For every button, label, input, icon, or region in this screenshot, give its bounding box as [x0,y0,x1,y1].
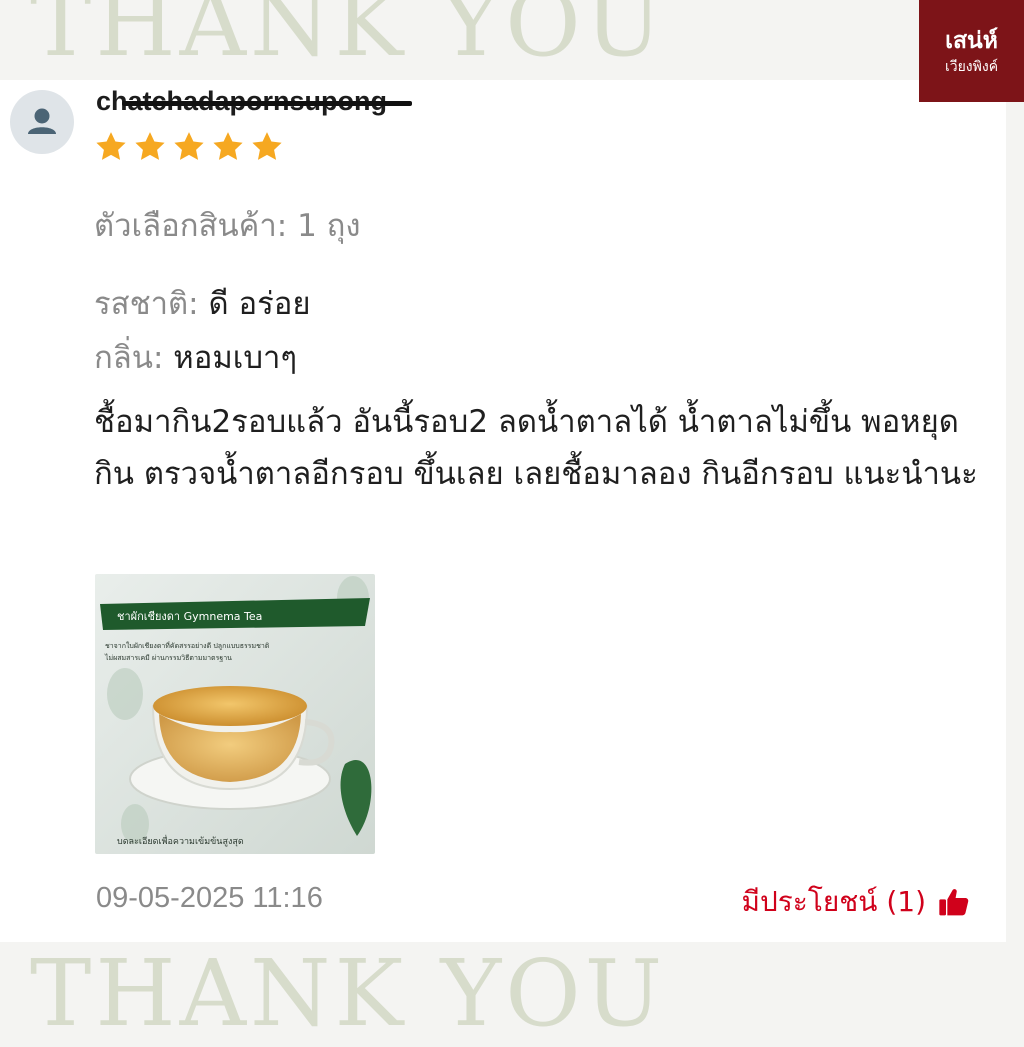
person-icon [28,108,56,134]
star-rating [94,130,284,164]
brand-logo-line-1: เสน่ห์ [945,28,998,54]
user-avatar[interactable] [10,90,74,154]
package-line-2: ไม่ผสมสารเคมี ผ่านกรรมวิธีตามมาตรฐาน [104,653,232,662]
banner-text-top: THANK YOU [30,0,667,77]
star-icon [174,132,204,160]
detail-smell-label: กลิ่น: [94,340,164,376]
detail-smell-value: หอมเบาๆ [173,340,298,376]
brand-logo-line-2: เวียงพิงค์ [944,59,999,75]
helpful-label: มีประโยชน์ (1) [741,885,926,918]
package-line-1: ชาจากใบผักเชียงดาที่คัดสรรอย่างดี ปลูกแบ… [105,641,270,650]
review-comment: ชื้อมากิน2รอบแล้ว อันนี้รอบ2 ลดน้ำตาลได้… [94,404,978,492]
product-variant: ตัวเลือกสินค้า: 1 ถุง [94,208,361,244]
detail-taste: รสชาติ: ดี อร่อย [94,278,311,328]
banner-text-bottom: THANK YOU [30,940,667,1047]
star-icon [252,132,282,160]
detail-taste-label: รสชาติ: [94,286,199,322]
brand-logo: เสน่ห์ เวียงพิงค์ [919,0,1024,102]
review-photo[interactable]: ชาผักเชียงดา Gymnema Tea ชาจากใบผักเชียง… [95,574,375,854]
review-timestamp: 09-05-2025 11:16 [96,882,323,914]
package-title: ชาผักเชียงดา Gymnema Tea [117,610,262,623]
star-icon [213,132,243,160]
star-icon [135,132,165,160]
helpful-button[interactable]: มีประโยชน์ (1) [742,880,970,924]
detail-taste-value: ดี อร่อย [208,286,311,322]
star-icon [96,132,126,160]
thumbs-up-icon [939,889,969,916]
detail-smell: กลิ่น: หอมเบาๆ [94,332,297,382]
username-redaction-line [122,101,412,106]
